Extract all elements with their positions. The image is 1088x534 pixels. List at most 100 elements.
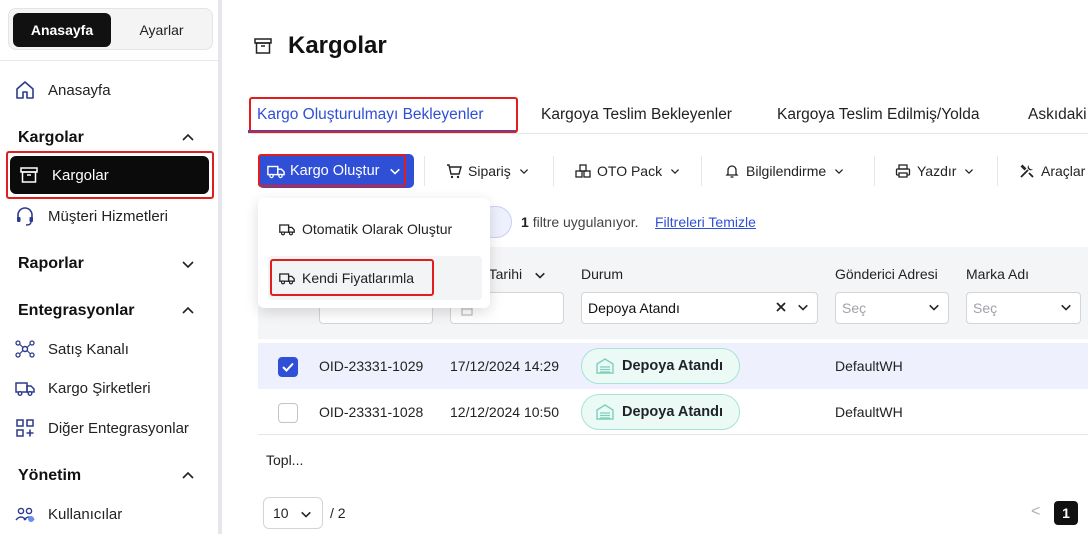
bilgilendirme-menu[interactable]: Bilgilendirme: [724, 154, 850, 188]
warehouse-icon: [596, 404, 614, 420]
boxes-icon: [575, 164, 591, 178]
status-badge: Depoya Atandı: [581, 394, 740, 430]
prev-page-button[interactable]: <: [1031, 503, 1040, 521]
table-total: Topl...: [266, 452, 304, 468]
cart-icon: [447, 164, 462, 179]
sidebar-item-diger-entegrasyonlar[interactable]: Diğer Entegrasyonlar: [12, 412, 189, 444]
brand-filter-select[interactable]: Seç: [966, 292, 1081, 324]
sidebar-divider: [0, 60, 218, 61]
filter-status: 1 filtre uygulanıyor.: [521, 214, 639, 230]
filter-status-text: filtre uygulanıyor.: [532, 214, 639, 230]
tools-icon: [1020, 164, 1034, 178]
araclar-menu[interactable]: Araçlar: [1019, 154, 1085, 188]
order-date: 12/12/2024 10:50: [450, 404, 559, 420]
status-badge-label: Depoya Atandı: [622, 358, 723, 374]
sidebar-item-kargolar[interactable]: Kargolar: [10, 156, 209, 194]
column-header-brand[interactable]: Marka Adı: [966, 266, 1029, 282]
archive-icon: [16, 164, 42, 186]
truck-icon: [279, 273, 295, 285]
status-filter-controls: [775, 301, 809, 313]
tabs-divider: [248, 133, 1088, 134]
sidebar-item-musteri-hizmetleri[interactable]: Müşteri Hizmetleri: [12, 200, 168, 232]
tab-kargoya-teslim-edilmis[interactable]: Kargoya Teslim Edilmiş/Yolda: [777, 106, 979, 130]
chevron-down-icon: [964, 163, 980, 179]
section-raporlar[interactable]: Raporlar: [18, 250, 196, 278]
sidebar-item-label: Kargolar: [52, 166, 109, 184]
sidebar-item-kargo-sirketleri[interactable]: Kargo Şirketleri: [12, 372, 151, 404]
sidebar-item-label: Satış Kanalı: [48, 340, 129, 358]
clear-filters-link[interactable]: Filtreleri Temizle: [655, 214, 756, 230]
yazdir-menu[interactable]: Yazdır: [895, 154, 980, 188]
sidebar-item-label: Kullanıcılar: [48, 505, 123, 523]
chevron-up-icon: [180, 468, 196, 484]
table-row[interactable]: OID-23331-1029 17/12/2024 14:29 Depoya A…: [258, 343, 1088, 389]
tab-kargoya-teslim-bekleyenler[interactable]: Kargoya Teslim Bekleyenler: [541, 106, 732, 130]
truck-icon: [279, 224, 295, 236]
column-header-sender[interactable]: Gönderici Adresi: [835, 266, 938, 282]
page-title: Kargolar: [288, 32, 387, 59]
chevron-down-icon: [928, 301, 940, 313]
sender-address: DefaultWH: [835, 358, 903, 374]
sidebar-item-kullanicilar[interactable]: Kullanıcılar: [12, 498, 122, 530]
yazdir-label: Yazdır: [917, 163, 957, 179]
menu-item-label: Otomatik Olarak Oluştur: [302, 221, 453, 237]
chevron-up-icon: [180, 130, 196, 146]
sidebar-scrollbar[interactable]: [218, 0, 222, 534]
truck-icon: [12, 377, 38, 399]
section-title: Entegrasyonlar: [18, 302, 135, 319]
page-button-current[interactable]: 1: [1054, 501, 1078, 525]
clear-icon[interactable]: [775, 301, 787, 313]
headset-icon: [12, 205, 38, 227]
chevron-down-icon: [797, 301, 809, 313]
chevron-down-icon: [298, 506, 314, 522]
truck-icon: [266, 162, 286, 180]
status-filter-select[interactable]: Depoya Atandı: [581, 292, 818, 324]
order-id: OID-23331-1028: [319, 404, 424, 420]
row-checkbox[interactable]: [278, 357, 298, 377]
table-row[interactable]: OID-23331-1028 12/12/2024 10:50 Depoya A…: [258, 389, 1088, 435]
tab-kargo-olusturulmayi-bekleyenler[interactable]: Kargo Oluşturulmayı Bekleyenler: [257, 106, 484, 130]
oto-pack-menu[interactable]: OTO Pack: [575, 154, 686, 188]
toolbar-divider: [874, 156, 875, 186]
column-header-status[interactable]: Durum: [581, 266, 623, 282]
sidebar-item-anasayfa[interactable]: Anasayfa: [12, 74, 111, 106]
chevron-down-icon: [180, 256, 196, 272]
active-tab-indicator: [248, 130, 516, 133]
section-kargolar[interactable]: Kargolar: [18, 124, 196, 152]
section-entegrasyonlar[interactable]: Entegrasyonlar: [18, 297, 196, 325]
chevron-down-icon: [387, 163, 403, 179]
section-title: Yönetim: [18, 467, 82, 484]
toolbar-divider: [997, 156, 998, 186]
bilgilendirme-label: Bilgilendirme: [746, 163, 827, 179]
section-title: Kargolar: [18, 129, 84, 146]
order-date: 17/12/2024 14:29: [450, 358, 559, 374]
section-title: Raporlar: [18, 255, 84, 272]
warehouse-icon: [596, 358, 614, 374]
sender-filter-select[interactable]: Seç: [835, 292, 949, 324]
kargo-olustur-button[interactable]: Kargo Oluştur: [258, 154, 414, 188]
sidebar: Anasayfa Ayarlar Anasayfa Kargolar Kargo…: [0, 0, 218, 534]
segment-ayarlar[interactable]: Ayarlar: [113, 13, 210, 47]
toolbar-divider: [553, 156, 554, 186]
printer-icon: [895, 164, 911, 178]
brand-filter-placeholder: Seç: [973, 300, 998, 316]
kargo-olustur-label: Kargo Oluştur: [290, 163, 380, 179]
tab-askidaki[interactable]: Askıdaki: [1028, 106, 1087, 130]
page-total: / 2: [330, 505, 346, 521]
apps-add-icon: [12, 417, 38, 439]
menu-item-kendi-fiyatlarimla[interactable]: Kendi Fiyatlarımla: [268, 256, 482, 300]
segment-anasayfa[interactable]: Anasayfa: [13, 13, 111, 47]
bell-icon: [725, 165, 739, 178]
page-size-select[interactable]: 10: [263, 497, 323, 529]
archive-icon: [253, 36, 273, 61]
section-yonetim[interactable]: Yönetim: [18, 462, 196, 490]
chevron-down-icon: [519, 163, 535, 179]
kargo-olustur-menu: Otomatik Olarak Oluştur Kendi Fiyatlarım…: [258, 198, 490, 308]
status-filter-value: Depoya Atandı: [588, 300, 680, 316]
row-checkbox[interactable]: [278, 403, 298, 423]
menu-item-otomatik[interactable]: Otomatik Olarak Oluştur: [268, 207, 482, 251]
sidebar-item-label: Anasayfa: [48, 81, 111, 99]
home-icon: [12, 79, 38, 101]
siparis-menu[interactable]: Sipariş: [446, 154, 535, 188]
sidebar-item-satis-kanali[interactable]: Satış Kanalı: [12, 333, 129, 365]
